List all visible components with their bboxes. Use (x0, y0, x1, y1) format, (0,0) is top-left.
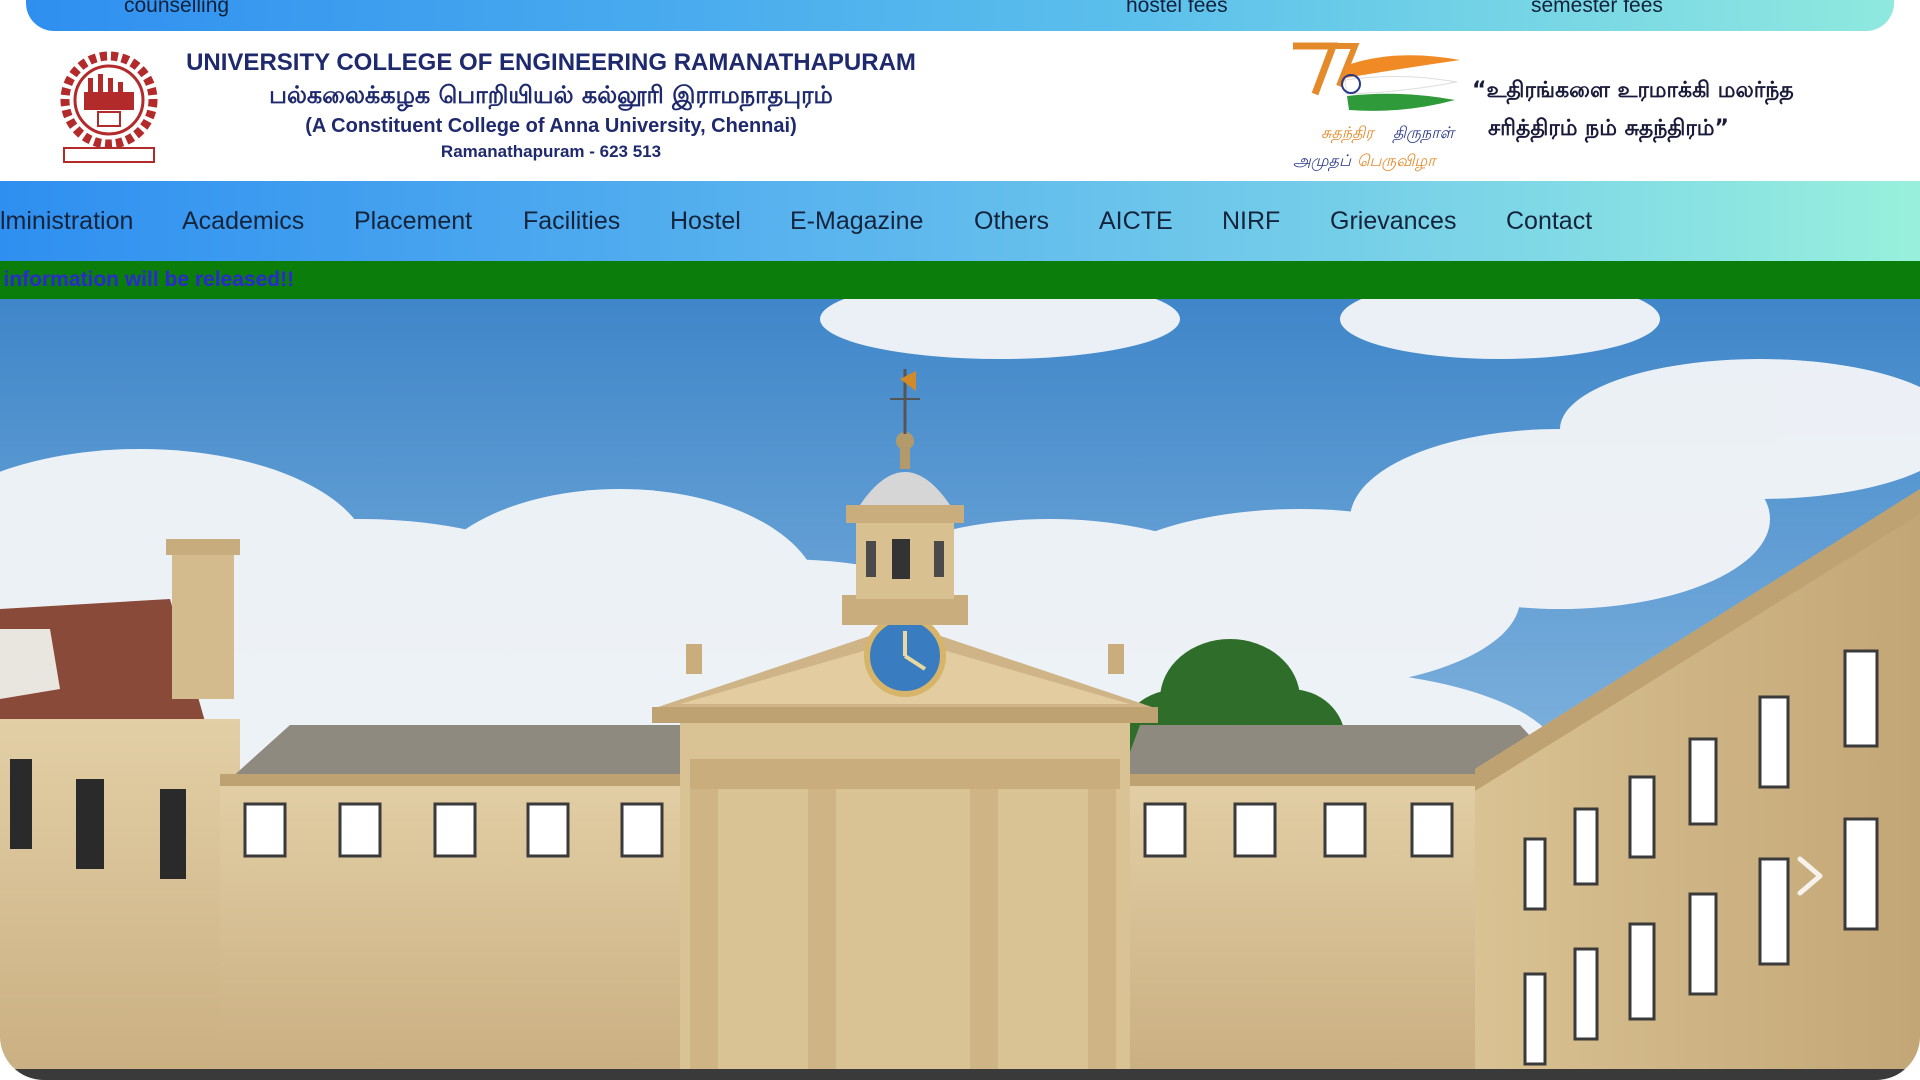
svg-text:அமுதப்: அமுதப் (1293, 151, 1352, 172)
freedom-slogan: “உதிரங்களை உரமாக்கி மலர்ந்த சரித்திரம் ந… (1472, 72, 1794, 148)
svg-text:பெருவிழா: பெருவிழா (1357, 151, 1438, 172)
svg-text:சுதந்திர: சுதந்திர (1321, 123, 1376, 144)
nav-item-contact[interactable]: Contact (1506, 181, 1592, 261)
nav-item-academics[interactable]: Academics (182, 181, 304, 261)
nav-item-e-magazine[interactable]: E-Magazine (790, 181, 923, 261)
college-emblem-icon[interactable] (54, 48, 164, 166)
main-nav: lministration Academics Placement Facili… (0, 181, 1920, 261)
azadi-ka-amrit-mahotsav-logo: சுதந்திர திருநாள் அமுதப் பெருவிழா (1293, 42, 1460, 172)
slogan-line-2: சரித்திரம் நம் சுதந்திரம்” (1488, 116, 1729, 141)
nav-item-placement[interactable]: Placement (354, 181, 472, 261)
hostel-fees-link[interactable]: hostel fees (1126, 0, 1228, 18)
nav-item-administration[interactable]: lministration (0, 181, 133, 261)
nav-item-nirf[interactable]: NIRF (1222, 181, 1280, 261)
college-affiliation: (A Constituent College of Anna Universit… (305, 115, 797, 137)
nav-item-facilities[interactable]: Facilities (523, 181, 620, 261)
page: counselling hostel fees semester fees UN… (0, 0, 1920, 1080)
counselling-link[interactable]: counselling (124, 0, 229, 18)
campus-building-image (0, 299, 1920, 1080)
college-title-block: UNIVERSITY COLLEGE OF ENGINEERING RAMANA… (186, 48, 916, 164)
semester-fees-link[interactable]: semester fees (1531, 0, 1663, 18)
nav-item-aicte[interactable]: AICTE (1099, 181, 1173, 261)
nav-item-grievances[interactable]: Grievances (1330, 181, 1456, 261)
slogan-line-1: “உதிரங்களை உரமாக்கி மலர்ந்த (1472, 78, 1794, 103)
news-ticker: e information will be released!! (0, 261, 1920, 299)
hero-slider[interactable] (0, 299, 1920, 1080)
nav-item-hostel[interactable]: Hostel (670, 181, 741, 261)
nav-item-others[interactable]: Others (974, 181, 1049, 261)
svg-text:திருநாள்: திருநாள் (1392, 123, 1457, 144)
chevron-right-icon[interactable] (1790, 851, 1830, 901)
top-links-strip: counselling hostel fees semester fees (26, 0, 1894, 31)
ticker-text[interactable]: e information will be released!! (0, 261, 294, 299)
college-title-english: UNIVERSITY COLLEGE OF ENGINEERING RAMANA… (186, 49, 916, 76)
college-title-tamil: பல்கலைக்கழக பொறியியல் கல்லூரி இராமநாதபுர… (269, 81, 833, 109)
college-address: Ramanathapuram - 623 513 (440, 142, 662, 161)
